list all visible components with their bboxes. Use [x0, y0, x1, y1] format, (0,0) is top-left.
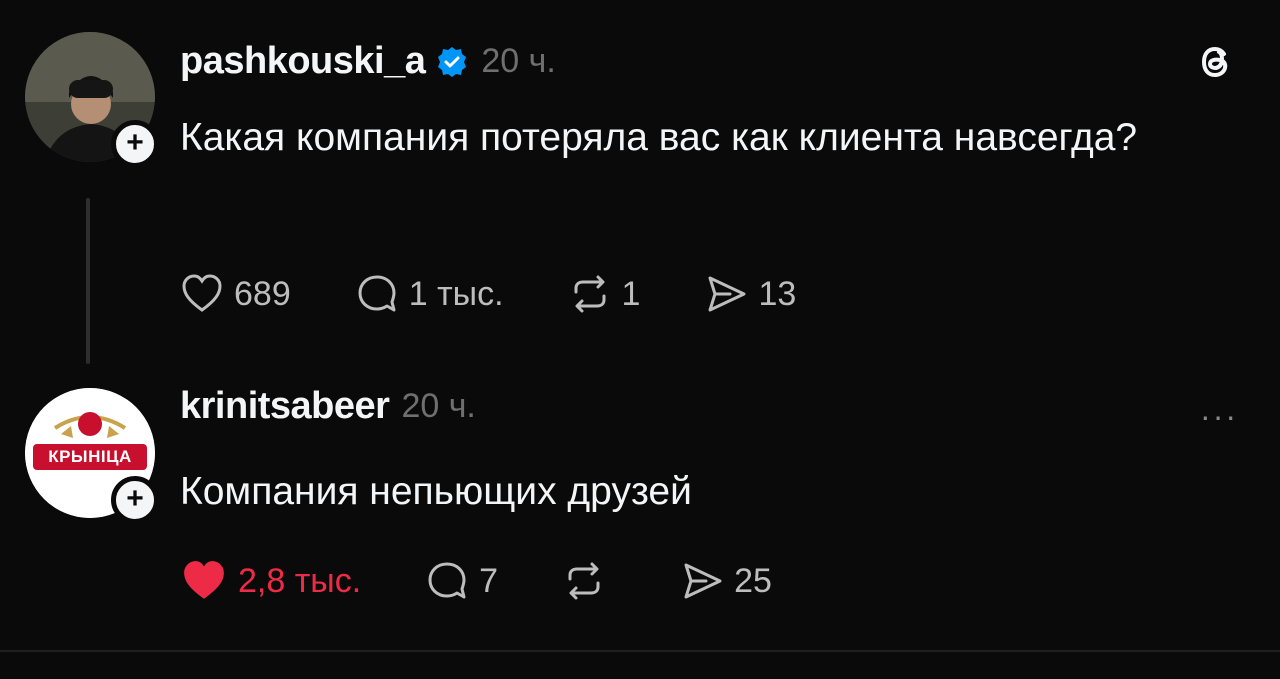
comment-count: 7 — [479, 561, 499, 600]
verified-badge-icon — [438, 46, 467, 77]
like-button[interactable]: 2,8 тыс. — [180, 558, 361, 604]
share-button[interactable]: 13 — [704, 272, 796, 316]
brand-logo-text: КРЫНIЦА — [48, 447, 132, 466]
thread-line — [86, 198, 90, 364]
share-count: 25 — [734, 561, 772, 600]
repost-button[interactable]: 1 — [568, 272, 641, 316]
post-header: krinitsabeer 20 ч. — [180, 385, 476, 428]
heart-filled-icon — [184, 561, 224, 599]
username[interactable]: pashkouski_a — [180, 40, 426, 83]
divider — [0, 650, 1280, 652]
heart-icon — [182, 274, 222, 312]
repost-count: 1 — [621, 274, 641, 313]
repost-button[interactable] — [562, 559, 616, 603]
like-count: 689 — [234, 274, 291, 313]
follow-button[interactable]: + — [111, 476, 159, 524]
timestamp: 20 ч. — [481, 42, 556, 80]
share-button[interactable]: 25 — [680, 559, 772, 603]
share-count: 13 — [758, 274, 797, 313]
username[interactable]: krinitsabeer — [180, 385, 390, 428]
more-options-icon[interactable]: ··· — [1200, 398, 1238, 435]
send-icon — [684, 563, 722, 599]
post-text: Какая компания потеряла вас как клиента … — [180, 116, 1138, 159]
comment-button[interactable]: 1 тыс. — [355, 272, 504, 316]
comment-count: 1 тыс. — [408, 274, 504, 313]
send-icon — [708, 276, 746, 312]
action-bar: 689 1 тыс. 1 13 — [180, 272, 860, 316]
repost-icon — [574, 275, 606, 313]
like-button[interactable]: 689 — [180, 272, 291, 316]
comment-icon — [358, 275, 396, 312]
threads-logo-icon[interactable] — [1194, 40, 1238, 84]
action-bar: 2,8 тыс. 7 25 — [180, 558, 836, 604]
timestamp: 20 ч. — [401, 387, 476, 425]
comment-icon — [428, 562, 466, 599]
like-count: 2,8 тыс. — [238, 561, 362, 600]
post-text: Компания непьющих друзей — [180, 470, 692, 513]
comment-button[interactable]: 7 — [425, 559, 498, 603]
post-header: pashkouski_a 20 ч. — [180, 40, 556, 83]
repost-icon — [568, 562, 600, 600]
follow-button[interactable]: + — [111, 120, 159, 168]
